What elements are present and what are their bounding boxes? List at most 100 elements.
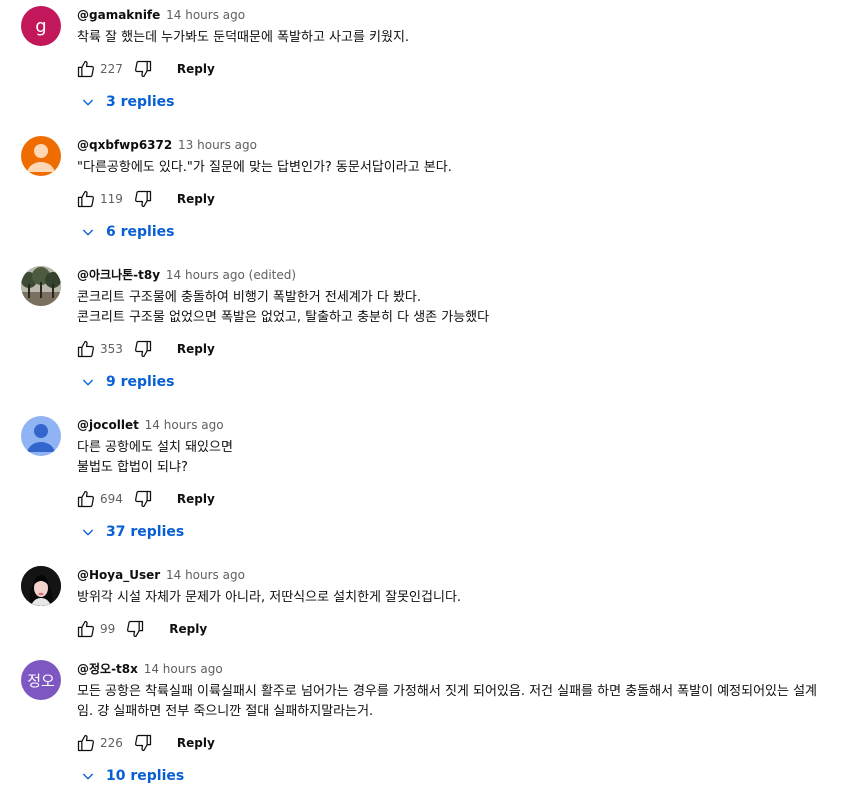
view-replies-button[interactable]: 3 replies [80,92,174,112]
dislike-button[interactable] [131,337,155,361]
comment-thread: @qxbfwp6372 13 hours ago "다른공항에도 있다."가 질… [0,135,842,255]
thumbs-up-icon [77,340,94,358]
view-replies-button[interactable]: 10 replies [80,766,184,786]
thumbs-up-icon [77,60,94,78]
comment-actions: 99 Reply [74,617,207,641]
like-button[interactable] [74,731,98,755]
comment-author[interactable]: @정오-t8x [77,662,138,676]
avatar[interactable]: g [21,6,61,46]
like-count: 226 [100,736,123,750]
like-button[interactable] [74,187,98,211]
comment-author[interactable]: @아크나톤-t8y [77,268,160,282]
reply-button[interactable]: Reply [169,622,207,636]
comment-text: 모든 공항은 착륙실패 이륙실패시 활주로 넘어가는 경우를 가정해서 짓게 되… [77,682,829,722]
replies-label: 37 replies [106,524,185,540]
comment-author[interactable]: @gamaknife [77,8,160,22]
comment-time[interactable]: 14 hours ago [166,8,245,22]
comment-line: 모든 공항은 착륙실패 이륙실패시 활주로 넘어가는 경우를 가정해서 짓게 되… [77,684,818,719]
like-button[interactable] [74,617,98,641]
chevron-down-icon [82,99,94,106]
comment-header: @아크나톤-t8y 14 hours ago (edited) [77,266,296,284]
comment-text: "다른공항에도 있다."가 질문에 맞는 답변인가? 동문서답이라고 본다. [77,158,829,178]
dislike-button[interactable] [131,487,155,511]
like-button[interactable] [74,337,98,361]
like-count: 227 [100,62,123,76]
default-avatar-icon [27,144,55,172]
thumbs-down-icon [134,490,152,508]
thumbs-up-icon [77,190,94,208]
chevron-down-icon [82,773,94,780]
reply-button[interactable]: Reply [177,192,215,206]
like-count: 99 [100,622,116,636]
comment-time[interactable]: 14 hours ago [144,662,223,676]
thumbs-up-icon [77,490,94,508]
like-count: 119 [100,192,123,206]
dislike-button[interactable] [131,57,155,81]
reply-button[interactable]: Reply [177,342,215,356]
view-replies-button[interactable]: 37 replies [80,522,184,542]
comment-header: @gamaknife 14 hours ago [77,6,245,24]
thumbs-down-icon [134,340,152,358]
reply-button[interactable]: Reply [177,736,215,750]
comment-actions: 227 Reply [74,57,215,81]
comment-header: @정오-t8x 14 hours ago [77,660,223,678]
comment-text: 콘크리트 구조물에 충돌하여 비행기 폭발한거 전세계가 다 봤다. 콘크리트 … [77,288,829,328]
thumbs-down-icon [134,734,152,752]
avatar[interactable] [21,266,61,306]
comment-line: 방위각 시설 자체가 문제가 아니라, 저딴식으로 설치한게 잘못인겁니다. [77,590,462,605]
like-count: 694 [100,492,123,506]
comment-actions: 353 Reply [74,337,215,361]
dislike-button[interactable] [131,187,155,211]
chevron-down-icon [82,529,94,536]
comment-author[interactable]: @Hoya_User [77,568,160,582]
comment-thread: @Hoya_User 14 hours ago 방위각 시설 자체가 문제가 아… [0,565,842,645]
thumbs-down-icon [127,620,144,638]
reply-button[interactable]: Reply [177,492,215,506]
comment-text: 방위각 시설 자체가 문제가 아니라, 저딴식으로 설치한게 잘못인겁니다. [77,588,829,608]
replies-label: 3 replies [106,94,175,110]
avatar[interactable] [21,566,61,606]
comment-thread: g @gamaknife 14 hours ago 착륙 잘 했는데 누가봐도 … [0,5,842,125]
comment-author[interactable]: @qxbfwp6372 [77,138,172,152]
comment-thread: @아크나톤-t8y 14 hours ago (edited) 콘크리트 구조물… [0,265,842,395]
comment-line: 착륙 잘 했는데 누가봐도 둔덕때문에 폭발하고 사고를 키웠지. [77,30,410,45]
thumbs-up-icon [77,734,94,752]
avatar[interactable] [21,136,61,176]
replies-label: 9 replies [106,374,175,390]
comment-author[interactable]: @jocollet [77,418,139,432]
replies-label: 6 replies [106,224,175,240]
like-button[interactable] [74,487,98,511]
reply-button[interactable]: Reply [177,62,215,76]
comment-actions: 119 Reply [74,187,215,211]
thumbs-down-icon [134,190,152,208]
replies-label: 10 replies [106,768,185,784]
comment-text: 다른 공항에도 설치 돼있으면 불법도 합법이 되냐? [77,438,829,478]
comment-header: @qxbfwp6372 13 hours ago [77,136,257,154]
comment-line: 콘크리트 구조물에 충돌하여 비행기 폭발한거 전세계가 다 봤다. [77,290,422,305]
view-replies-button[interactable]: 6 replies [80,222,174,242]
like-button[interactable] [74,57,98,81]
comment-actions: 694 Reply [74,487,215,511]
thumbs-up-icon [77,620,94,638]
avatar[interactable] [21,416,61,456]
dislike-button[interactable] [131,731,155,755]
view-replies-button[interactable]: 9 replies [80,372,174,392]
thumbs-down-icon [134,60,152,78]
comment-thread: @jocollet 14 hours ago 다른 공항에도 설치 돼있으면 불… [0,415,842,545]
dislike-button[interactable] [123,617,147,641]
like-count: 353 [100,342,123,356]
comment-time[interactable]: 14 hours ago (edited) [166,268,296,282]
comment-line: 다른 공항에도 설치 돼있으면 [77,440,233,455]
chevron-down-icon [82,379,94,386]
trees-photo-icon [21,266,61,306]
comment-header: @jocollet 14 hours ago [77,416,224,434]
avatar-letter: 정오 [27,671,55,690]
comment-time[interactable]: 13 hours ago [178,138,257,152]
avatar-letter: g [35,15,47,37]
person-photo-icon [21,566,61,606]
comment-thread: 정오 @정오-t8x 14 hours ago 모든 공항은 착륙실패 이륙실패… [0,659,842,790]
comment-time[interactable]: 14 hours ago [166,568,245,582]
avatar[interactable]: 정오 [21,660,61,700]
default-avatar-icon [27,424,55,452]
comment-time[interactable]: 14 hours ago [145,418,224,432]
